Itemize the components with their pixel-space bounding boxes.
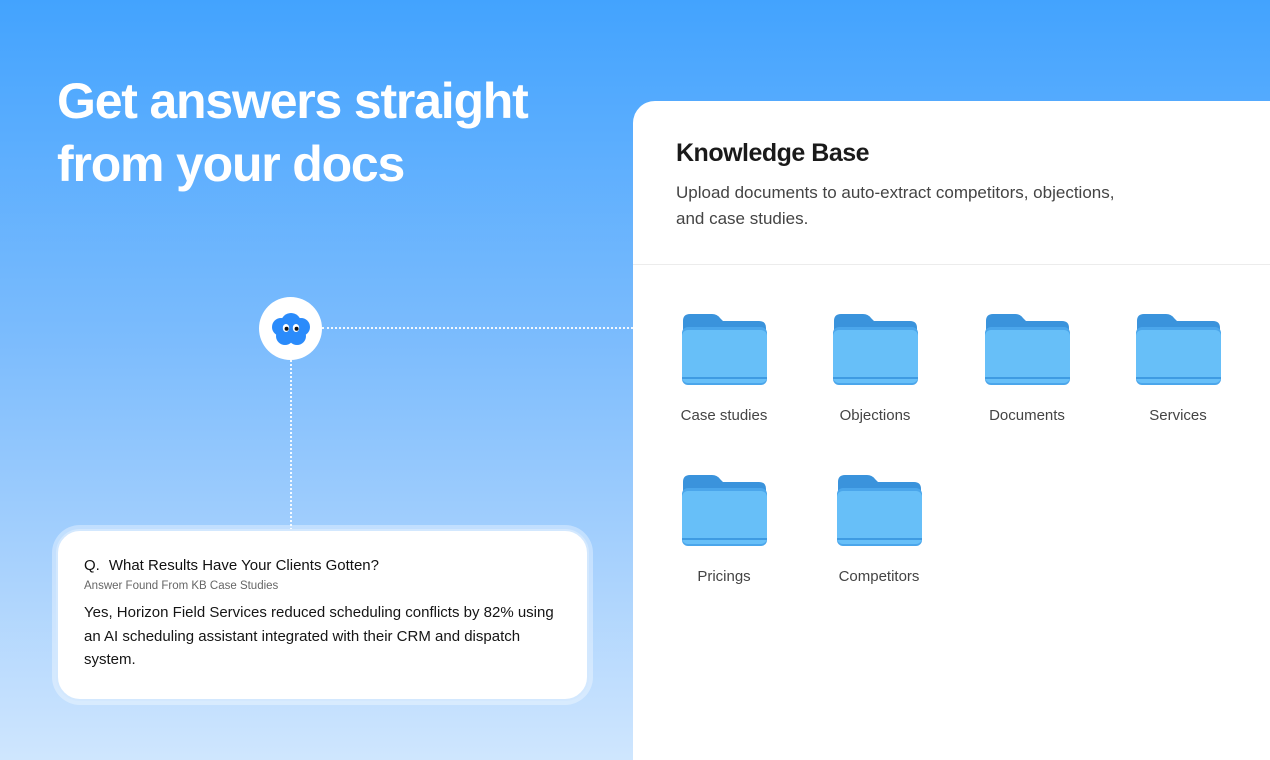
folder-icon: [837, 475, 922, 546]
folder-label: Case studies: [680, 407, 768, 424]
folder-icon: [1136, 314, 1221, 385]
folder-competitors[interactable]: Competitors: [819, 472, 939, 585]
answer-source: Answer Found From KB Case Studies: [84, 580, 279, 592]
knowledge-base-header: Knowledge Base Upload documents to auto-…: [633, 101, 1270, 265]
answer-card: Q. What Results Have Your Clients Gotten…: [56, 529, 589, 701]
hero-title: Get answers straight from your docs: [57, 73, 529, 192]
question-text: What Results Have Your Clients Gotten?: [108, 557, 379, 574]
knowledge-base-subtitle: Upload documents to auto-extract competi…: [676, 183, 1115, 228]
folder-icon: [833, 314, 918, 385]
folder-case-studies[interactable]: Case studies: [664, 311, 784, 424]
connector-line-horizontal: [322, 327, 633, 329]
cloud-bot-icon: [271, 312, 310, 345]
folder-label: Competitors: [838, 568, 920, 585]
connector-line-vertical: [290, 360, 292, 530]
folder-documents[interactable]: Documents: [967, 311, 1087, 424]
answer-text: Yes, Horizon Field Services reduced sche…: [84, 604, 554, 668]
folder-services[interactable]: Services: [1118, 311, 1238, 424]
folder-objections[interactable]: Objections: [815, 311, 935, 424]
folder-label: Objections: [839, 407, 911, 424]
knowledge-base-title: Knowledge Base: [676, 139, 870, 167]
question-line: Q. What Results Have Your Clients Gotten…: [84, 556, 561, 576]
question-prefix: Q.: [84, 557, 100, 574]
folder-icon: [985, 314, 1070, 385]
folder-label: Documents: [989, 407, 1065, 424]
folder-label: Services: [1149, 407, 1207, 424]
bot-avatar[interactable]: [259, 297, 322, 360]
folder-pricings[interactable]: Pricings: [664, 472, 784, 585]
folder-label: Pricings: [697, 568, 751, 585]
folder-icon: [682, 475, 767, 546]
folder-icon: [682, 314, 767, 385]
knowledge-base-panel: Knowledge Base Upload documents to auto-…: [633, 101, 1270, 760]
